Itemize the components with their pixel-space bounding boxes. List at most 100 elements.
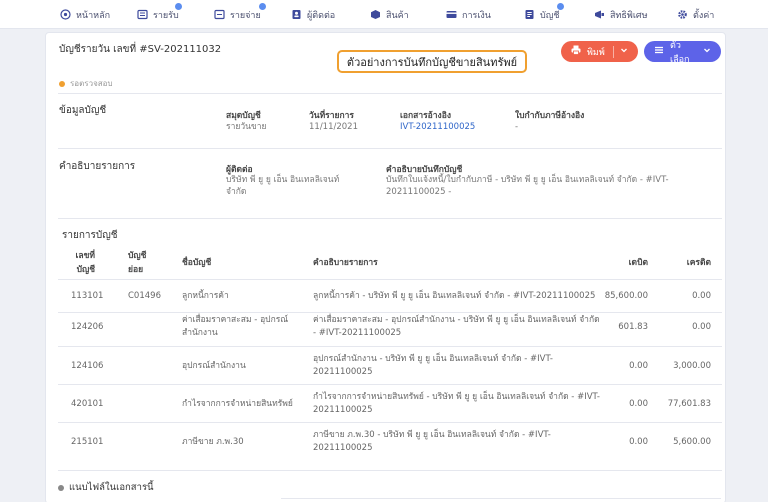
cell-description: ค่าเสื่อมราคาสะสม - อุปกรณ์สำนักงาน - บร… <box>313 314 600 340</box>
desc-line: - #IVT-20211100025 <box>313 328 402 338</box>
section-title-description: คำอธิบายรายการ <box>59 161 136 172</box>
reference-label: เอกสารอ้างอิง <box>400 111 451 121</box>
desc-line: ภาษีขาย ภ.พ.30 - บริษัท พี ยู ยู เอ็น อิ… <box>313 430 551 440</box>
nav-item-finance[interactable]: การเงิน <box>446 0 491 29</box>
chevron-down-icon[interactable] <box>620 46 628 57</box>
desc-line: 20211100025 <box>313 367 373 377</box>
nav-item-privilege[interactable]: สิทธิพิเศษ <box>594 0 648 29</box>
note-line: บันทึกใบแจ้งหนี้/ใบกำกับภาษี - บริษัท พี… <box>386 175 669 185</box>
cell-description: ภาษีขาย ภ.พ.30 - บริษัท พี ยู ยู เอ็น อิ… <box>313 429 551 455</box>
notification-dot <box>175 3 182 10</box>
nav-label: หน้าหลัก <box>76 10 111 21</box>
product-icon <box>370 9 381 20</box>
col-header-description: คำอธิบายรายการ <box>313 258 378 268</box>
cell-credit: 77,601.83 <box>667 399 711 409</box>
cell-account-no: 124206 <box>71 322 104 332</box>
contact-line: จำกัด <box>226 187 247 197</box>
col-header-credit: เครดิต <box>686 258 711 268</box>
cell-account-name: ภาษีขาย ภ.พ.30 <box>182 437 244 447</box>
button-separator <box>612 45 614 58</box>
desc-line: 20211100025 <box>313 405 373 415</box>
journal-label: สมุดบัญชี <box>226 111 261 121</box>
col-header-account-no: เลขที่ บัญชี <box>73 249 95 277</box>
status-badge: รอตรวจสอบ <box>59 77 113 90</box>
journal-note-value: บันทึกใบแจ้งหนี้/ใบกำกับภาษี - บริษัท พี… <box>386 174 669 198</box>
cell-credit: 3,000.00 <box>673 361 711 371</box>
expense-icon <box>214 9 225 20</box>
cell-credit: 0.00 <box>692 322 711 332</box>
attachments-title: แนบไฟล์ในเอกสารนี้ <box>69 482 154 493</box>
nav-label: การเงิน <box>462 10 491 21</box>
desc-line: อุปกรณ์สำนักงาน - บริษัท พี ยู ยู เอ็น อ… <box>313 354 553 364</box>
note-line: 20211100025 - <box>386 187 452 197</box>
attachment-dropzone[interactable] <box>281 498 721 502</box>
cell-account-name: ค่าเสื่อมราคาสะสม - อุปกรณ์ สำนักงาน <box>182 314 288 340</box>
cell-credit: 5,600.00 <box>673 437 711 447</box>
header-line: เลขที่ <box>75 251 95 261</box>
nav-item-home[interactable]: หน้าหลัก <box>60 0 110 29</box>
section-title-entries: รายการบัญชี <box>62 230 118 241</box>
cell-sub-account: C01496 <box>128 291 161 301</box>
nav-item-contacts[interactable]: ผู้ติดต่อ <box>291 0 335 29</box>
settings-icon <box>677 9 688 20</box>
nav-label: ผู้ติดต่อ <box>307 10 336 21</box>
col-header-account-name: ชื่อบัญชี <box>182 258 212 268</box>
date-value: 11/11/2021 <box>309 122 358 132</box>
divider <box>58 93 722 94</box>
nav-item-product[interactable]: สินค้า <box>370 0 409 29</box>
table-divider <box>58 346 722 347</box>
reference-link[interactable]: IVT-20211100025 <box>400 121 475 133</box>
chevron-down-icon <box>703 46 711 57</box>
accounting-icon <box>524 9 535 20</box>
cell-description: อุปกรณ์สำนักงาน - บริษัท พี ยู ยู เอ็น อ… <box>313 353 553 379</box>
divider <box>58 470 722 471</box>
tax-invoice-label: ใบกำกับภาษีอ้างอิง <box>515 111 585 121</box>
cell-debit: 601.83 <box>618 322 648 332</box>
cell-account-name: กำไรจากการจำหน่ายสินทรัพย์ <box>182 399 293 409</box>
options-label: ตัวเลือก <box>670 40 690 65</box>
notification-dot <box>557 3 564 10</box>
date-label: วันที่รายการ <box>309 111 354 121</box>
col-header-sub-account: บัญชี ย่อย <box>128 249 146 277</box>
desc-line: กำไรจากการจำหน่ายสินทรัพย์ - บริษัท พี ย… <box>313 392 601 402</box>
name-line: สำนักงาน <box>182 328 218 338</box>
notification-dot <box>259 3 266 10</box>
example-callout: ตัวอย่างการบันทึกบัญชีขายสินทรัพย์ <box>337 50 527 73</box>
cell-debit: 0.00 <box>629 361 648 371</box>
cell-account-no: 113101 <box>71 291 104 301</box>
options-button[interactable]: ตัวเลือก <box>644 41 721 65</box>
bullet-icon <box>58 484 64 491</box>
nav-label: สิทธิพิเศษ <box>610 10 648 21</box>
finance-icon <box>446 9 457 20</box>
nav-item-accounting[interactable]: บัญชี <box>524 0 564 29</box>
nav-item-income[interactable]: รายรับ <box>137 0 182 29</box>
section-title-info: ข้อมูลบัญชี <box>59 105 107 116</box>
table-divider <box>58 279 722 280</box>
nav-label: รายรับ <box>153 10 179 21</box>
header-line: บัญชี <box>76 265 95 275</box>
privilege-icon <box>594 9 605 20</box>
cell-debit: 0.00 <box>629 437 648 447</box>
print-button[interactable]: พิมพ์ <box>561 41 638 62</box>
journal-value: รายวันขาย <box>226 122 267 132</box>
printer-icon <box>571 45 581 58</box>
nav-item-settings[interactable]: ตั้งค่า <box>677 0 714 29</box>
cell-debit: 85,600.00 <box>604 291 648 301</box>
cell-credit: 0.00 <box>692 291 711 301</box>
home-icon <box>60 9 71 20</box>
cell-description: กำไรจากการจำหน่ายสินทรัพย์ - บริษัท พี ย… <box>313 391 600 417</box>
cell-account-no: 124106 <box>71 361 104 371</box>
desc-line: ค่าเสื่อมราคาสะสม - อุปกรณ์สำนักงาน - บร… <box>313 315 600 325</box>
contact-value: บริษัท พี ยู ยู เอ็น อินเทลลิเจนท์ จำกัด <box>226 174 339 198</box>
cell-account-name: ลูกหนี้การค้า <box>182 291 229 301</box>
table-divider <box>58 422 722 423</box>
nav-label: รายจ่าย <box>230 10 261 21</box>
col-header-debit: เดบิต <box>628 258 648 268</box>
cell-description: ลูกหนี้การค้า - บริษัท พี ยู ยู เอ็น อิน… <box>313 291 596 301</box>
print-label: พิมพ์ <box>587 47 605 58</box>
header-line: บัญชี <box>128 251 147 261</box>
desc-line: 20211100025 <box>313 443 373 453</box>
income-icon <box>137 9 148 20</box>
nav-item-expense[interactable]: รายจ่าย <box>214 0 266 29</box>
table-divider <box>58 384 722 385</box>
